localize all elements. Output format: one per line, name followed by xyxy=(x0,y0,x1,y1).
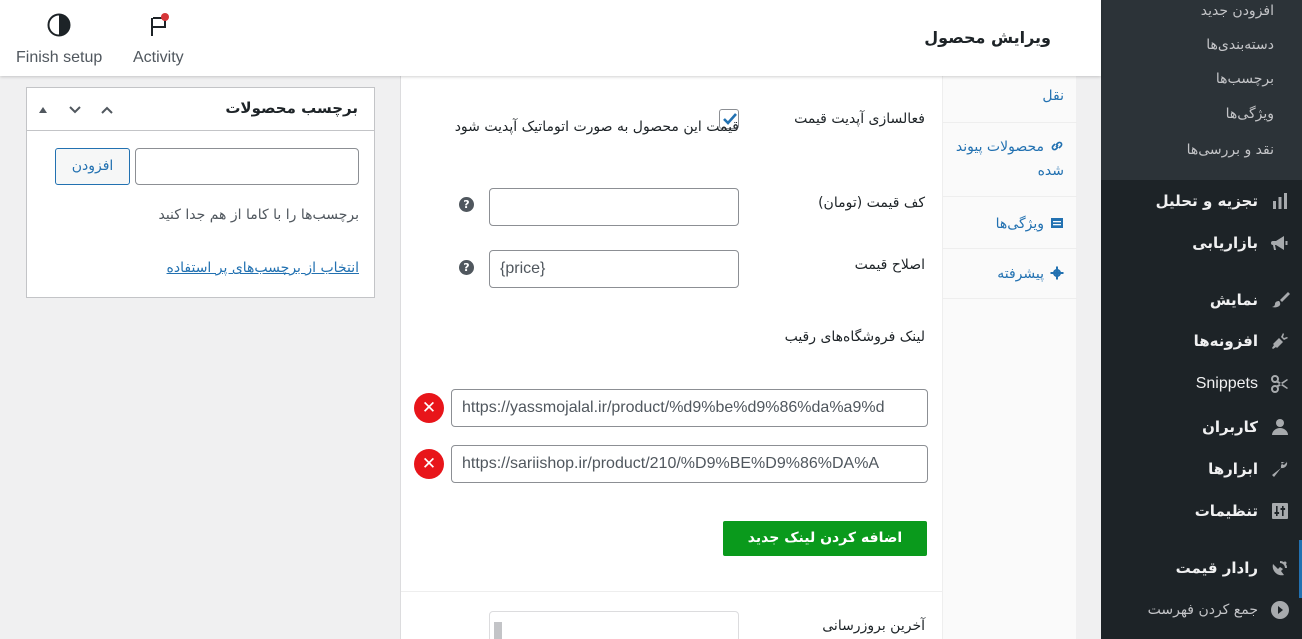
sidebar-item-tools[interactable]: ابزارها xyxy=(1101,451,1302,487)
sidebar-item-price-radar[interactable]: رادار قیمت xyxy=(1101,550,1302,586)
sidebar-item-snippets[interactable]: Snippets xyxy=(1101,366,1302,402)
metabox-header: برچسب محصولات xyxy=(27,88,374,131)
sidebar-item-label: نمایش xyxy=(1209,291,1258,309)
sidebar-item-label: Snippets xyxy=(1195,375,1258,392)
chevron-down-icon xyxy=(69,106,81,114)
metabox-title: برچسب محصولات xyxy=(225,99,358,117)
tab-advanced[interactable]: پیشرفته xyxy=(944,262,1064,286)
last-update-label: آخرین بروزرسانی xyxy=(822,618,925,634)
help-icon[interactable]: ? xyxy=(459,260,474,275)
sidebar-item-settings[interactable]: تنظیمات xyxy=(1101,493,1302,529)
sidebar-item-label: ابزارها xyxy=(1208,460,1258,478)
submenu-attributes[interactable]: ویژگی‌ها xyxy=(1226,106,1274,122)
sidebar-item-label: رادار قیمت xyxy=(1175,559,1258,577)
competitor-link-input[interactable]: https://yassmojalal.ir/product/%d9%be%d9… xyxy=(451,389,928,427)
finish-setup-label: Finish setup xyxy=(16,49,103,66)
half-circle-progress-icon xyxy=(46,12,72,42)
add-new-link-button[interactable]: اضافه کردن لینک جدید xyxy=(723,521,927,556)
admin-sidebar: افزودن جدید دسته‌بندی‌ها برچسب‌ها ویژگی‌… xyxy=(1101,0,1302,639)
activity-label: Activity xyxy=(133,49,184,66)
auto-update-label: فعالسازی آپدیت قیمت xyxy=(794,111,925,127)
tab-label: ویژگی‌ها xyxy=(995,216,1044,232)
submenu-reviews[interactable]: نقد و بررسی‌ها xyxy=(1187,142,1274,158)
scrollbar[interactable] xyxy=(494,622,502,639)
page-title: ویرایش محصول xyxy=(924,28,1051,47)
remove-link-button[interactable]: ✕ xyxy=(414,393,444,423)
plug-icon xyxy=(1270,331,1290,351)
close-icon: ✕ xyxy=(421,454,437,474)
sidebar-item-label: تجزیه و تحلیل xyxy=(1155,192,1258,210)
toggle-panel-button[interactable] xyxy=(33,100,53,120)
sidebar-item-label: افزونه‌ها xyxy=(1193,332,1258,350)
tab-linked-products[interactable]: محصولات پیوند شده xyxy=(944,135,1064,183)
submenu-tags[interactable]: برچسب‌ها xyxy=(1216,71,1274,87)
table-icon xyxy=(1050,214,1064,228)
user-icon xyxy=(1270,417,1290,437)
add-tag-button[interactable]: افزودن xyxy=(55,148,130,185)
product-data-tabs: نقل محصولات پیوند شده ویژگی‌ها پیشرفته xyxy=(942,76,1077,639)
sidebar-item-label: کاربران xyxy=(1202,418,1258,436)
help-icon[interactable]: ? xyxy=(459,197,474,212)
bar-chart-icon xyxy=(1270,191,1290,211)
sidebar-item-users[interactable]: کاربران xyxy=(1101,409,1302,445)
sliders-icon xyxy=(1270,501,1290,521)
finish-setup-button[interactable]: Finish setup xyxy=(16,12,102,67)
product-data-panel: نقل محصولات پیوند شده ویژگی‌ها پیشرفته ف… xyxy=(400,76,1077,639)
collapse-icon xyxy=(1270,600,1290,620)
scissors-icon xyxy=(1270,374,1290,394)
sidebar-item-label: بازاریابی xyxy=(1192,234,1258,252)
sidebar-collapse-menu[interactable]: جمع کردن فهرست xyxy=(1101,592,1302,628)
gear-icon xyxy=(1050,264,1064,280)
products-submenu: افزودن جدید دسته‌بندی‌ها برچسب‌ها ویژگی‌… xyxy=(1101,0,1302,180)
wrench-icon xyxy=(1270,459,1290,479)
move-up-button[interactable] xyxy=(97,100,117,120)
last-update-log[interactable] xyxy=(489,611,739,639)
divider xyxy=(401,591,942,592)
auto-update-description: قیمت این محصول به صورت اتوماتیک آپدیت شو… xyxy=(454,119,739,135)
sidebar-item-label: تنظیمات xyxy=(1194,502,1258,520)
min-price-input[interactable] xyxy=(489,188,739,226)
submenu-add-new[interactable]: افزودن جدید xyxy=(1201,3,1274,19)
move-down-button[interactable] xyxy=(65,100,85,120)
competitor-link-input[interactable]: https://sariishop.ir/product/210/%D9%BE%… xyxy=(451,445,928,483)
triangle-up-icon xyxy=(39,107,47,113)
submenu-categories[interactable]: دسته‌بندی‌ها xyxy=(1206,37,1274,53)
new-tag-input[interactable] xyxy=(135,148,359,185)
sidebar-item-marketing[interactable]: بازاریابی xyxy=(1101,225,1302,261)
tab-label: پیشرفته xyxy=(997,266,1044,282)
page-header: ویرایش محصول Finish setup Activity xyxy=(0,0,1101,76)
radar-icon xyxy=(1270,558,1290,578)
sidebar-item-label: جمع کردن فهرست xyxy=(1147,602,1258,618)
tag-hint-text: برچسب‌ها را با کاما از هم جدا کنید xyxy=(158,207,359,223)
sidebar-item-appearance[interactable]: نمایش xyxy=(1101,282,1302,318)
price-fix-input[interactable]: {price} xyxy=(489,250,739,288)
activity-button[interactable]: Activity xyxy=(133,12,184,67)
tab-shipping[interactable]: نقل xyxy=(944,84,1064,108)
flag-icon xyxy=(145,12,171,42)
tab-label: محصولات پیوند شده xyxy=(955,139,1064,179)
sidebar-item-analytics[interactable]: تجزیه و تحلیل xyxy=(1101,183,1302,219)
megaphone-icon xyxy=(1270,233,1290,253)
close-icon: ✕ xyxy=(421,398,437,418)
remove-link-button[interactable]: ✕ xyxy=(414,449,444,479)
min-price-label: کف قیمت (تومان) xyxy=(818,195,925,211)
chevron-up-icon xyxy=(101,106,113,114)
tab-label: نقل xyxy=(1042,88,1064,104)
competitor-links-label: لینک فروشگاه‌های رقیب xyxy=(784,329,925,345)
tab-attributes[interactable]: ویژگی‌ها xyxy=(944,212,1064,236)
product-tags-metabox: برچسب محصولات افزودن برچسب‌ها را با کاما… xyxy=(26,87,375,298)
price-fix-label: اصلاح قیمت xyxy=(854,257,925,273)
brush-icon xyxy=(1270,290,1290,310)
sidebar-item-plugins[interactable]: افزونه‌ها xyxy=(1101,323,1302,359)
link-icon xyxy=(1050,137,1064,151)
choose-popular-tags-link[interactable]: انتخاب از برچسب‌های پر استفاده xyxy=(167,260,359,276)
